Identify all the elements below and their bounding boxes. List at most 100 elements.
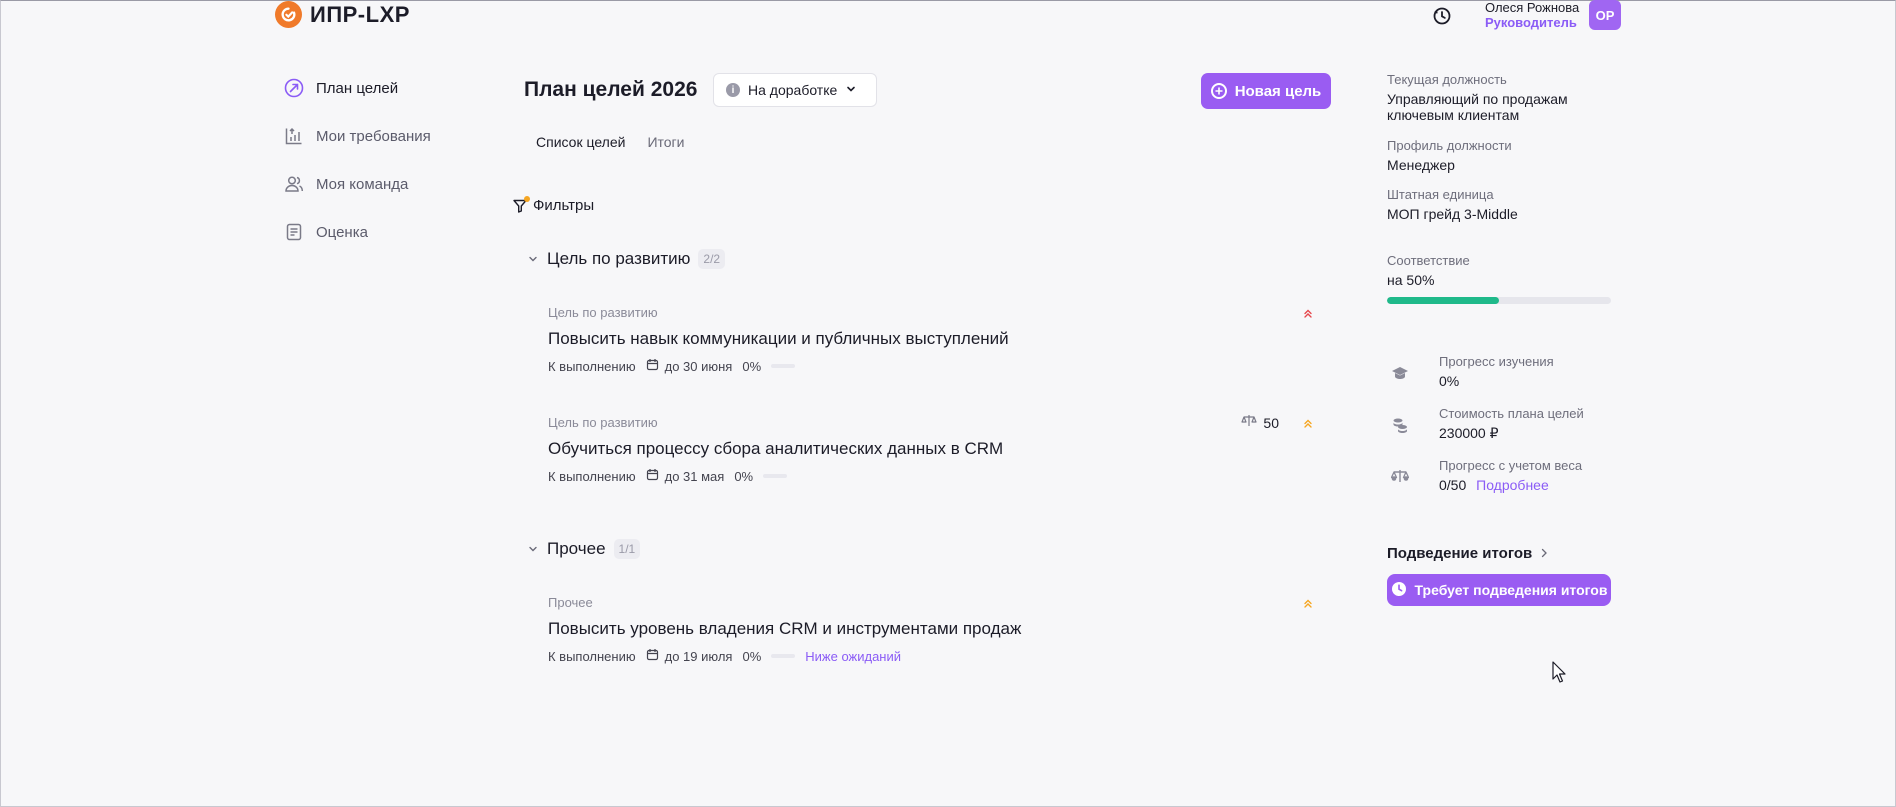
sidebar-item-goals-plan[interactable]: План целей bbox=[284, 64, 431, 112]
goal-meta: К выполнению до 19 июля 0% Ниже ожиданий bbox=[548, 648, 1313, 664]
summary-label: Подведение итогов bbox=[1387, 545, 1533, 562]
priority-medium-icon bbox=[1303, 597, 1313, 611]
match-progress-fill bbox=[1387, 297, 1499, 304]
info-icon: i bbox=[726, 83, 740, 97]
details-link[interactable]: Подробнее bbox=[1476, 477, 1549, 493]
stat-label: Прогресс с учетом веса bbox=[1439, 458, 1583, 473]
mouse-cursor-icon bbox=[1552, 661, 1566, 688]
stat-weighted-progress: Прогресс с учетом веса 0/50 Подробнее bbox=[1387, 458, 1617, 493]
user-name: Олеся Рожнова bbox=[1485, 0, 1580, 15]
stat-label: Прогресс изучения bbox=[1439, 354, 1554, 369]
app-logo[interactable]: ИПР-LXP bbox=[275, 1, 410, 28]
sidebar-item-label: План целей bbox=[316, 79, 399, 97]
chevron-right-icon bbox=[1540, 545, 1548, 562]
logo-mark-icon bbox=[275, 1, 302, 28]
match-value: на 50% bbox=[1387, 272, 1435, 288]
position-section: Текущая должность Управляющий по продажа… bbox=[1387, 72, 1617, 123]
group-header-development[interactable]: Цель по развитию 2/2 bbox=[527, 249, 726, 269]
goal-deadline: до 31 мая bbox=[646, 468, 725, 484]
clock-icon bbox=[1391, 581, 1407, 600]
position-label: Текущая должность bbox=[1387, 72, 1507, 87]
goal-deadline: до 19 июля bbox=[646, 648, 733, 664]
match-progress-bar bbox=[1387, 297, 1611, 304]
goal-percent: 0% bbox=[742, 358, 762, 374]
chevron-down-icon bbox=[527, 253, 539, 265]
goal-title[interactable]: Повысить навык коммуникации и публичных … bbox=[548, 329, 1313, 349]
deadline-text: до 19 июля bbox=[664, 648, 733, 664]
priority-medium-icon bbox=[1303, 417, 1313, 431]
goal-progress-bar bbox=[771, 654, 796, 658]
calendar-icon bbox=[646, 358, 659, 374]
goal-percent: 0% bbox=[742, 648, 762, 664]
page-title: План целей 2026 bbox=[524, 78, 698, 101]
goal-title[interactable]: Повысить уровень владения CRM и инструме… bbox=[548, 619, 1313, 639]
group-count-badge: 2/2 bbox=[698, 249, 726, 269]
plus-circle-icon bbox=[1210, 83, 1227, 99]
deadline-text: до 31 мая bbox=[664, 468, 725, 484]
user-info[interactable]: Олеся Рожнова Руководитель bbox=[1485, 0, 1579, 30]
goal-meta: К выполнению до 31 мая 0% bbox=[548, 468, 1313, 484]
unit-section: Штатная единица МОП грейд 3-Middle bbox=[1387, 187, 1617, 222]
requires-summary-button[interactable]: Требует подведения итогов bbox=[1387, 574, 1611, 606]
graduation-cap-icon bbox=[1387, 360, 1413, 386]
goal-type: Цель по развитию bbox=[548, 305, 658, 320]
priority-high-icon bbox=[1303, 307, 1313, 321]
profile-section: Профиль должности Менеджер bbox=[1387, 138, 1617, 173]
chevron-down-icon bbox=[527, 543, 539, 555]
group-count-badge: 1/1 bbox=[613, 539, 641, 559]
goal-percent: 0% bbox=[734, 468, 754, 484]
stat-value: 0/50 bbox=[1439, 477, 1467, 493]
group-title: Прочее bbox=[547, 539, 606, 558]
avatar[interactable]: ОР bbox=[1589, 0, 1621, 30]
profile-value: Менеджер bbox=[1387, 157, 1455, 173]
filters-label: Фильтры bbox=[533, 197, 595, 214]
chevron-down-icon bbox=[845, 82, 857, 98]
goal-card[interactable]: Прочее Повысить уровень владения CRM и и… bbox=[548, 595, 1313, 664]
goal-type: Цель по развитию bbox=[548, 415, 658, 430]
coins-icon bbox=[1387, 412, 1413, 438]
stat-plan-cost: Стоимость плана целей 230000 ₽ bbox=[1387, 406, 1617, 441]
tab-goals-list[interactable]: Список целей bbox=[536, 134, 625, 150]
clipboard-icon bbox=[284, 222, 304, 242]
match-label: Соответствие bbox=[1387, 253, 1470, 268]
new-goal-label: Новая цель bbox=[1234, 82, 1322, 100]
weight-value: 50 bbox=[1263, 414, 1279, 431]
chart-upload-icon bbox=[284, 126, 304, 146]
sidebar-item-team[interactable]: Моя команда bbox=[284, 160, 431, 208]
sidebar-item-assessment[interactable]: Оценка bbox=[284, 208, 431, 256]
filters-button[interactable]: Фильтры bbox=[513, 195, 595, 214]
scales-icon bbox=[1241, 414, 1258, 431]
goal-card[interactable]: Цель по развитию Обучиться процессу сбор… bbox=[548, 415, 1313, 484]
match-section: Соответствие на 50% bbox=[1387, 253, 1617, 304]
summary-link[interactable]: Подведение итогов bbox=[1387, 545, 1617, 562]
goal-card[interactable]: Цель по развитию Повысить навык коммуник… bbox=[548, 305, 1313, 374]
calendar-icon bbox=[646, 468, 659, 484]
status-value: На доработке bbox=[748, 82, 838, 98]
goal-weight: 50 bbox=[1241, 414, 1279, 431]
right-panel: Текущая должность Управляющий по продажа… bbox=[1387, 72, 1617, 606]
unit-label: Штатная единица bbox=[1387, 187, 1494, 202]
goal-rating-link[interactable]: Ниже ожиданий bbox=[805, 649, 901, 664]
target-arrow-icon bbox=[284, 78, 304, 98]
tab-results[interactable]: Итоги bbox=[647, 134, 684, 150]
goal-status: К выполнению bbox=[548, 468, 636, 484]
user-role: Руководитель bbox=[1485, 15, 1577, 30]
stat-learning-progress: Прогресс изучения 0% bbox=[1387, 354, 1617, 389]
new-goal-button[interactable]: Новая цель bbox=[1201, 73, 1331, 109]
scales-icon bbox=[1387, 464, 1413, 490]
goal-type: Прочее bbox=[548, 595, 593, 610]
deadline-text: до 30 июня bbox=[664, 358, 733, 374]
summary-button-label: Требует подведения итогов bbox=[1414, 582, 1608, 598]
group-title: Цель по развитию bbox=[547, 249, 691, 268]
goal-status: К выполнению bbox=[548, 358, 636, 374]
goal-progress-bar bbox=[771, 364, 796, 368]
history-icon[interactable] bbox=[1430, 4, 1454, 28]
goal-meta: К выполнению до 30 июня 0% bbox=[548, 358, 1313, 374]
users-icon bbox=[284, 174, 304, 194]
group-header-other[interactable]: Прочее 1/1 bbox=[527, 539, 641, 559]
goal-title[interactable]: Обучиться процессу сбора аналитических д… bbox=[548, 439, 1313, 459]
status-dropdown[interactable]: i На доработке bbox=[713, 73, 877, 107]
stat-value: 0% bbox=[1439, 373, 1460, 389]
calendar-icon bbox=[646, 648, 659, 664]
sidebar-item-requirements[interactable]: Мои требования bbox=[284, 112, 431, 160]
